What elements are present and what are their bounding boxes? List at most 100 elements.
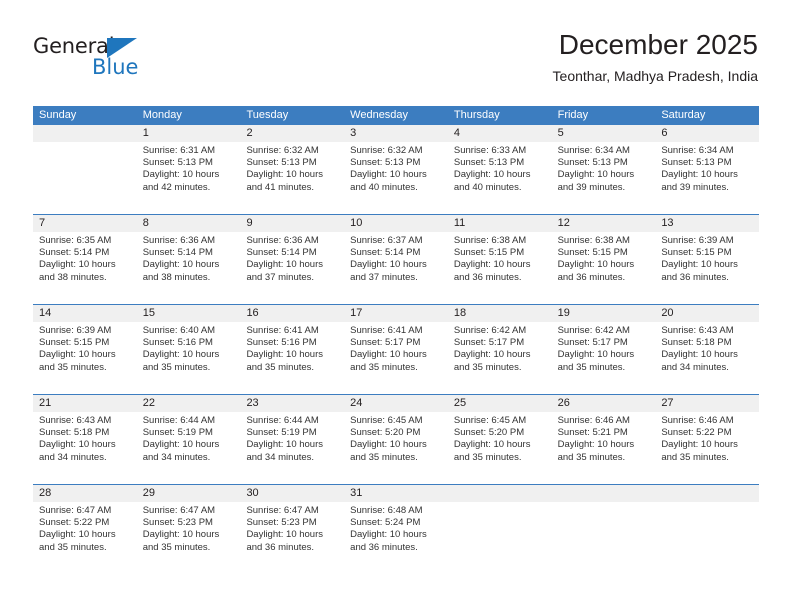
- daylight-duration-line2: and 35 minutes.: [142, 361, 211, 373]
- day-sun-info: Sunrise: 6:38 AM Sunset: 5:15 PM Daylight:…: [448, 232, 552, 284]
- day-sun-info: Sunrise: 6:42 AM Sunset: 5:17 PM Daylight:…: [448, 322, 552, 374]
- calendar-day-cell[interactable]: 5 Sunrise: 6:34 AM Sunset: 5:13 PM Daylight…: [551, 125, 656, 214]
- day-number: 27: [655, 395, 760, 412]
- sunrise-time: Sunrise: 6:31 AM: [142, 145, 216, 156]
- daylight-duration-line1: Daylight: 10 hours: [350, 259, 427, 271]
- calendar-day-cell[interactable]: 14 Sunrise: 6:39 AM Sunset: 5:15 PM Dayligh…: [33, 305, 137, 394]
- daylight-duration-line2: and 35 minutes.: [246, 361, 315, 373]
- sunrise-time: Sunrise: 6:45 AM: [350, 415, 423, 426]
- day-number: 28: [33, 485, 137, 502]
- daylight-duration-line1: Daylight: 10 hours: [557, 349, 635, 361]
- calendar-day-cell[interactable]: 31 Sunrise: 6:48 AM Sunset: 5:24 PM Dayligh…: [344, 485, 448, 574]
- calendar-day-cell[interactable]: 13 Sunrise: 6:39 AM Sunset: 5:15 PM Dayligh…: [655, 215, 760, 304]
- calendar-day-cell[interactable]: 2 Sunrise: 6:32 AM Sunset: 5:13 PM Daylight…: [240, 125, 345, 214]
- calendar-day-cell[interactable]: 23 Sunrise: 6:44 AM Sunset: 5:19 PM Dayligh…: [240, 395, 345, 484]
- day-number: [655, 485, 760, 502]
- daylight-duration-line1: Daylight: 10 hours: [661, 349, 738, 361]
- calendar-day-cell[interactable]: 24 Sunrise: 6:45 AM Sunset: 5:20 PM Dayligh…: [344, 395, 448, 484]
- calendar-day-cell[interactable]: 1 Sunrise: 6:31 AM Sunset: 5:13 PM Daylight…: [136, 125, 241, 214]
- calendar-day-cell[interactable]: 26 Sunrise: 6:46 AM Sunset: 5:21 PM Dayligh…: [551, 395, 656, 484]
- daylight-duration-line1: Daylight: 10 hours: [142, 169, 220, 181]
- calendar-day-cell[interactable]: 7 Sunrise: 6:35 AM Sunset: 5:14 PM Daylight…: [33, 215, 137, 304]
- calendar-day-cell[interactable]: 4 Sunrise: 6:33 AM Sunset: 5:13 PM Daylight…: [447, 125, 552, 214]
- calendar-day-cell[interactable]: 9 Sunrise: 6:36 AM Sunset: 5:14 PM Daylight…: [240, 215, 345, 304]
- sunset-time: Sunset: 5:15 PM: [661, 247, 732, 259]
- daylight-duration-line1: Daylight: 10 hours: [453, 169, 531, 181]
- calendar-day-cell[interactable]: 10 Sunrise: 6:37 AM Sunset: 5:14 PM Dayligh…: [344, 215, 448, 304]
- sunset-time: Sunset: 5:19 PM: [142, 427, 213, 439]
- daylight-duration-line2: and 35 minutes.: [350, 451, 418, 463]
- calendar-day-cell[interactable]: 12 Sunrise: 6:38 AM Sunset: 5:15 PM Dayligh…: [551, 215, 656, 304]
- calendar-day-cell[interactable]: 28 Sunrise: 6:47 AM Sunset: 5:22 PM Dayligh…: [33, 485, 137, 574]
- day-number: 18: [447, 305, 552, 322]
- sunset-time: Sunset: 5:15 PM: [39, 337, 110, 349]
- day-number: 8: [136, 215, 241, 232]
- day-number: 29: [136, 485, 241, 502]
- calendar-day-cell-empty: [33, 125, 137, 214]
- calendar-day-cell[interactable]: 25 Sunrise: 6:45 AM Sunset: 5:20 PM Dayligh…: [447, 395, 552, 484]
- calendar-week-row: 28 Sunrise: 6:47 AM Sunset: 5:22 PM Dayligh…: [33, 484, 760, 574]
- calendar-week-row: 1 Sunrise: 6:31 AM Sunset: 5:13 PM Daylight…: [33, 125, 760, 214]
- calendar-week-inner: 7 Sunrise: 6:35 AM Sunset: 5:14 PM Daylight…: [33, 215, 760, 304]
- daylight-duration-line2: and 35 minutes.: [453, 451, 522, 463]
- day-number: 1: [136, 125, 241, 142]
- calendar-day-cell[interactable]: 3 Sunrise: 6:32 AM Sunset: 5:13 PM Daylight…: [344, 125, 448, 214]
- weekday-header-saturday: Saturday: [661, 109, 706, 121]
- calendar-day-cell-empty: [551, 485, 656, 574]
- sunrise-time: Sunrise: 6:44 AM: [142, 415, 216, 426]
- calendar-day-cell[interactable]: 15 Sunrise: 6:40 AM Sunset: 5:16 PM Dayligh…: [136, 305, 241, 394]
- sunset-time: Sunset: 5:14 PM: [350, 247, 421, 259]
- calendar-day-cell[interactable]: 27 Sunrise: 6:46 AM Sunset: 5:22 PM Dayligh…: [655, 395, 760, 484]
- day-sun-info: Sunrise: 6:48 AM Sunset: 5:24 PM Daylight:…: [344, 502, 448, 554]
- calendar-day-cell[interactable]: 17 Sunrise: 6:41 AM Sunset: 5:17 PM Dayligh…: [344, 305, 448, 394]
- calendar-day-cell[interactable]: 19 Sunrise: 6:42 AM Sunset: 5:17 PM Dayligh…: [551, 305, 656, 394]
- sunrise-time: Sunrise: 6:43 AM: [661, 325, 734, 336]
- daylight-duration-line2: and 36 minutes.: [557, 271, 626, 283]
- day-number: 17: [344, 305, 448, 322]
- general-blue-logo[interactable]: General Blue: [33, 34, 163, 84]
- sunrise-time: Sunrise: 6:35 AM: [39, 235, 112, 246]
- calendar-day-cell[interactable]: 30 Sunrise: 6:47 AM Sunset: 5:23 PM Dayligh…: [240, 485, 345, 574]
- calendar-page: General Blue December 2025 Teonthar, Mad…: [0, 0, 792, 612]
- sunrise-time: Sunrise: 6:47 AM: [39, 505, 112, 516]
- daylight-duration-line1: Daylight: 10 hours: [39, 349, 116, 361]
- daylight-duration-line2: and 40 minutes.: [453, 181, 522, 193]
- day-number: 3: [344, 125, 448, 142]
- weekday-header-friday: Friday: [557, 109, 589, 121]
- day-number: 25: [447, 395, 552, 412]
- sunset-time: Sunset: 5:19 PM: [246, 427, 317, 439]
- daylight-duration-line2: and 34 minutes.: [246, 451, 315, 463]
- day-sun-info: Sunrise: 6:31 AM Sunset: 5:13 PM Daylight:…: [137, 142, 241, 194]
- calendar-day-cell[interactable]: 11 Sunrise: 6:38 AM Sunset: 5:15 PM Dayligh…: [447, 215, 552, 304]
- daylight-duration-line2: and 35 minutes.: [661, 451, 729, 463]
- weekday-header-sunday: Sunday: [39, 109, 77, 121]
- sunrise-time: Sunrise: 6:46 AM: [661, 415, 734, 426]
- calendar-table: Sunday Monday Tuesday Wednesday Thursday…: [33, 106, 760, 574]
- daylight-duration-line1: Daylight: 10 hours: [557, 259, 635, 271]
- sunset-time: Sunset: 5:17 PM: [453, 337, 525, 349]
- calendar-day-cell[interactable]: 6 Sunrise: 6:34 AM Sunset: 5:13 PM Daylight…: [655, 125, 760, 214]
- calendar-day-cell[interactable]: 21 Sunrise: 6:43 AM Sunset: 5:18 PM Dayligh…: [33, 395, 137, 484]
- sunset-time: Sunset: 5:20 PM: [350, 427, 421, 439]
- calendar-day-cell[interactable]: 8 Sunrise: 6:36 AM Sunset: 5:14 PM Daylight…: [136, 215, 241, 304]
- sunset-time: Sunset: 5:13 PM: [557, 157, 628, 169]
- daylight-duration-line2: and 35 minutes.: [350, 361, 418, 373]
- calendar-day-cell[interactable]: 16 Sunrise: 6:41 AM Sunset: 5:16 PM Dayligh…: [240, 305, 345, 394]
- sunset-time: Sunset: 5:17 PM: [350, 337, 421, 349]
- day-sun-info: Sunrise: 6:41 AM Sunset: 5:17 PM Daylight:…: [344, 322, 448, 374]
- daylight-duration-line2: and 37 minutes.: [246, 271, 315, 283]
- daylight-duration-line1: Daylight: 10 hours: [350, 529, 427, 541]
- sunrise-time: Sunrise: 6:34 AM: [661, 145, 734, 156]
- sunset-time: Sunset: 5:13 PM: [661, 157, 732, 169]
- daylight-duration-line2: and 40 minutes.: [350, 181, 418, 193]
- daylight-duration-line1: Daylight: 10 hours: [246, 439, 324, 451]
- calendar-day-cell[interactable]: 29 Sunrise: 6:47 AM Sunset: 5:23 PM Dayligh…: [136, 485, 241, 574]
- sunset-time: Sunset: 5:13 PM: [246, 157, 317, 169]
- day-number: 14: [33, 305, 137, 322]
- calendar-day-cell[interactable]: 20 Sunrise: 6:43 AM Sunset: 5:18 PM Dayligh…: [655, 305, 760, 394]
- calendar-day-cell[interactable]: 22 Sunrise: 6:44 AM Sunset: 5:19 PM Dayligh…: [136, 395, 241, 484]
- calendar-day-cell-empty: [447, 485, 552, 574]
- daylight-duration-line2: and 38 minutes.: [39, 271, 107, 283]
- day-sun-info: Sunrise: 6:40 AM Sunset: 5:16 PM Daylight:…: [137, 322, 241, 374]
- calendar-day-cell[interactable]: 18 Sunrise: 6:42 AM Sunset: 5:17 PM Dayligh…: [447, 305, 552, 394]
